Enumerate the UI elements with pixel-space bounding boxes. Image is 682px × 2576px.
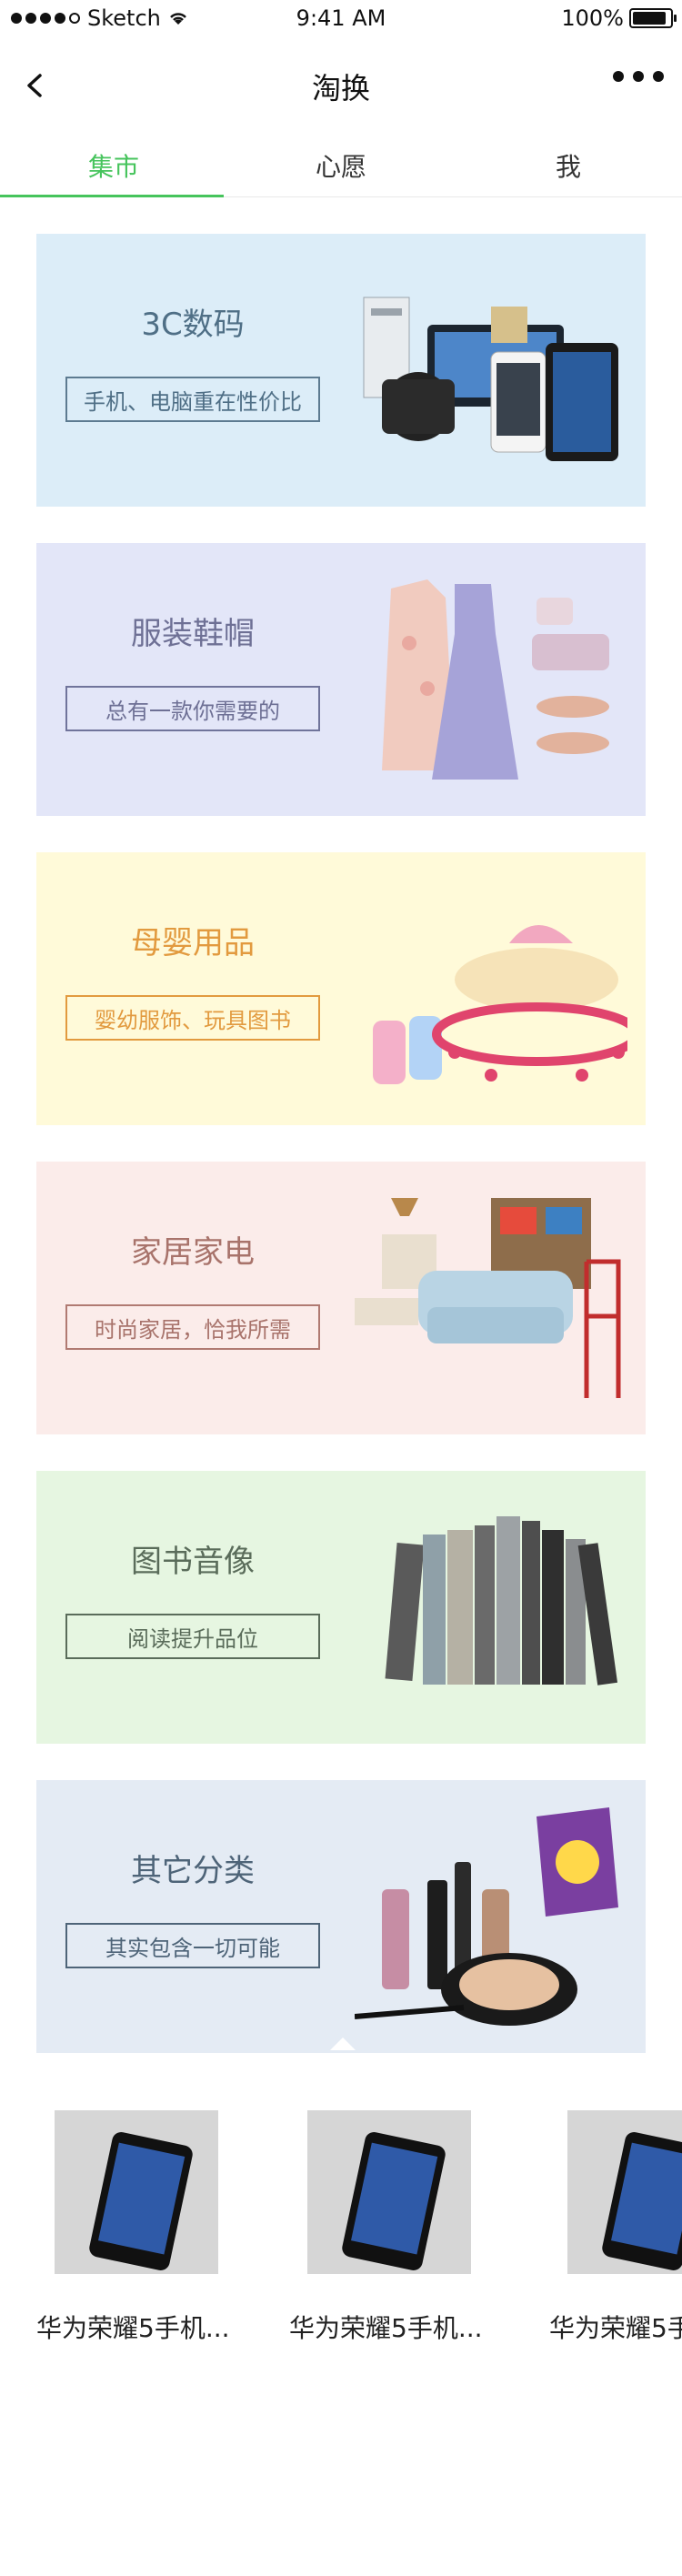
- active-tab-indicator: [0, 195, 224, 197]
- category-card-clothing[interactable]: 服装鞋帽 总有一款你需要的: [36, 543, 646, 816]
- product-name: 华为荣耀5手机...: [289, 2313, 483, 2343]
- baby-products-illustration: [373, 925, 627, 1084]
- category-tag: 其实包含一切可能: [65, 1923, 320, 1968]
- category-tag: 婴幼服饰、玩具图书: [65, 995, 320, 1041]
- more-dot-icon: [653, 71, 664, 82]
- battery-percent: 100%: [561, 5, 624, 31]
- tab-me[interactable]: 我: [455, 147, 682, 184]
- selection-pointer: [330, 2038, 356, 2050]
- category-title: 服装鞋帽: [131, 616, 255, 652]
- category-tag: 时尚家居，恰我所需: [65, 1304, 320, 1350]
- nav-bar: 淘换: [0, 40, 682, 131]
- category-tag: 总有一款你需要的: [65, 686, 320, 731]
- product-name: 华为荣耀5手机...: [549, 2313, 682, 2343]
- status-bar: Sketch 9:41 AM 100%: [0, 0, 682, 40]
- category-tag: 阅读提升品位: [65, 1614, 320, 1659]
- tab-market[interactable]: 集市: [0, 147, 227, 184]
- product-row: 华为荣耀5手机... 交换 华为荣耀5手机... 白送: [0, 2065, 682, 2356]
- category-card-other[interactable]: 其它分类 其实包含一切可能: [36, 1780, 646, 2053]
- category-card-home[interactable]: 家居家电 时尚家居，恰我所需: [36, 1162, 646, 1434]
- battery-icon: [629, 8, 677, 28]
- product-photo: [55, 2110, 218, 2274]
- product-photo: [307, 2110, 471, 2274]
- clothing-illustration: [382, 579, 609, 780]
- product-photo: [567, 2110, 682, 2274]
- page: Sketch 9:41 AM 100% 淘换 集市 心愿 我 3C数码 手机、电…: [0, 0, 682, 2576]
- product-name: 华为荣耀5手机...: [36, 2313, 230, 2343]
- category-title: 母婴用品: [131, 925, 255, 961]
- category-title: 其它分类: [131, 1853, 255, 1889]
- tab-wishlist[interactable]: 心愿: [227, 147, 455, 184]
- more-dot-icon: [613, 71, 624, 82]
- category-tag: 手机、电脑重在性价比: [65, 377, 320, 422]
- cosmetics-illustration: [355, 1807, 618, 2026]
- category-title: 家居家电: [131, 1234, 255, 1271]
- status-right: 100%: [561, 5, 677, 31]
- tab-bar: 集市 心愿 我: [0, 131, 682, 197]
- more-dot-icon: [633, 71, 644, 82]
- category-card-3c[interactable]: 3C数码 手机、电脑重在性价比: [36, 234, 646, 507]
- category-title: 图书音像: [131, 1544, 255, 1580]
- books-illustration: [385, 1516, 618, 1685]
- category-title: 3C数码: [141, 307, 245, 343]
- furniture-illustration: [355, 1198, 621, 1398]
- category-list: 3C数码 手机、电脑重在性价比 服装鞋帽 总有一款你需要的 母婴用品 婴幼服饰、…: [36, 234, 646, 2089]
- page-title: 淘换: [311, 71, 370, 106]
- more-button[interactable]: [613, 71, 664, 82]
- electronics-illustration: [363, 297, 618, 461]
- category-card-baby[interactable]: 母婴用品 婴幼服饰、玩具图书: [36, 852, 646, 1125]
- category-card-books[interactable]: 图书音像 阅读提升品位: [36, 1471, 646, 1744]
